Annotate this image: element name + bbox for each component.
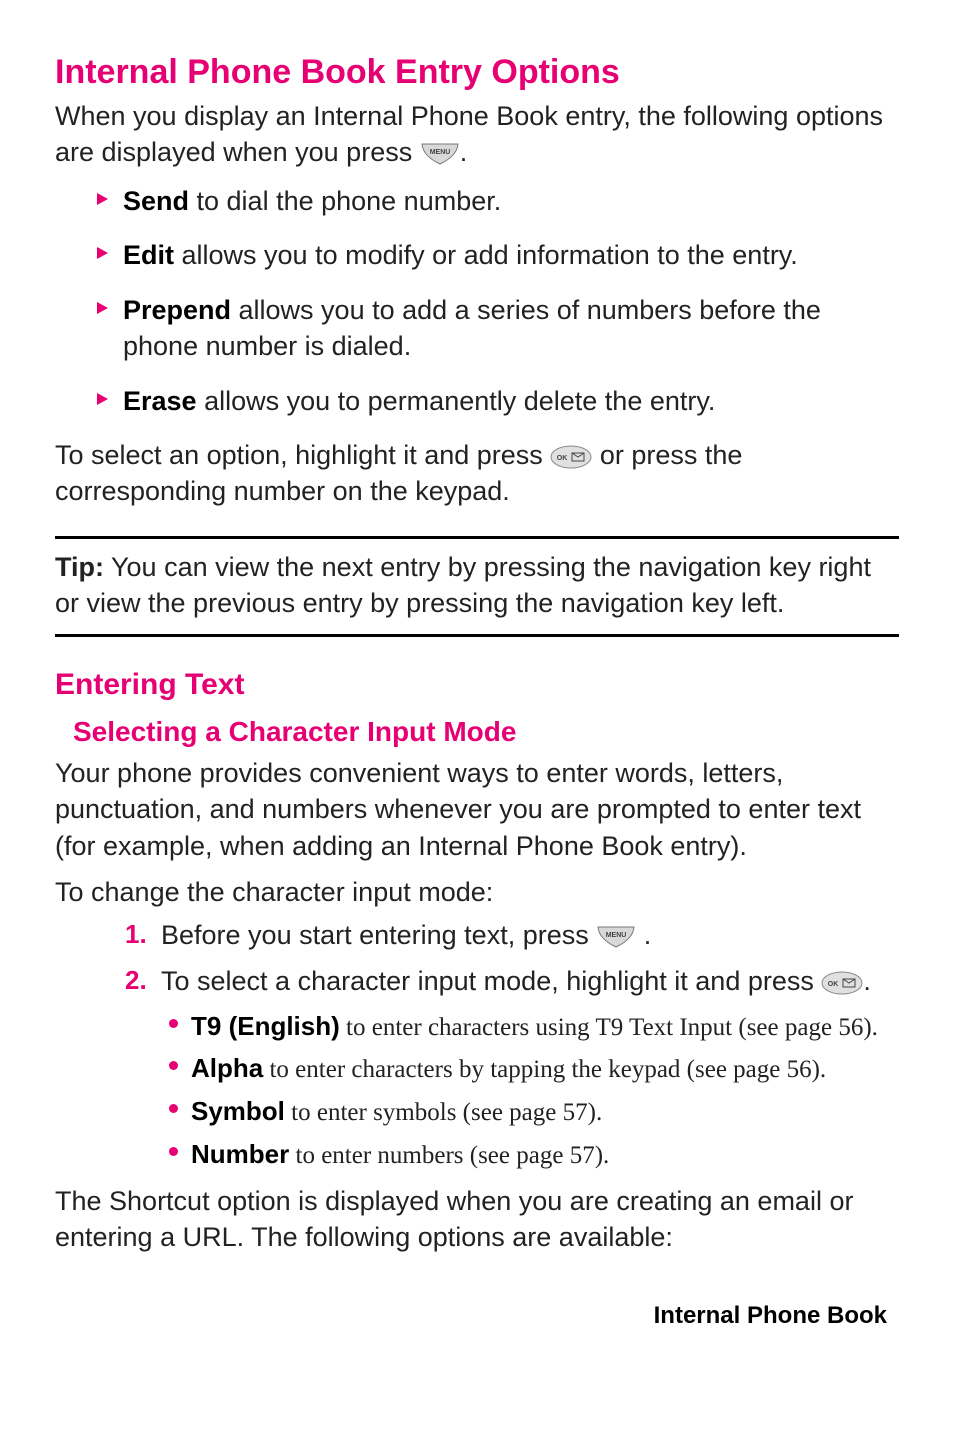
option-edit: Edit allows you to modify or add informa…	[123, 237, 899, 273]
mode-desc: to enter numbers (see page 57).	[289, 1142, 609, 1169]
mode-alpha: Alpha to enter characters by tapping the…	[191, 1050, 899, 1087]
mode-t9: T9 (English) to enter characters using T…	[191, 1008, 899, 1045]
step-text-b: .	[863, 966, 871, 996]
mode-list: T9 (English) to enter characters using T…	[161, 1008, 899, 1173]
entering-lead: To change the character input mode:	[55, 874, 899, 910]
svg-text:MENU: MENU	[606, 932, 627, 939]
steps-list: Before you start entering text, press ME…	[55, 917, 899, 1173]
heading-entering-text: Entering Text	[55, 665, 899, 706]
option-label: Prepend	[123, 295, 231, 325]
options-list: Send to dial the phone number. Edit allo…	[55, 183, 899, 419]
step-2: To select a character input mode, highli…	[161, 963, 899, 1172]
option-prepend: Prepend allows you to add a series of nu…	[123, 292, 899, 365]
mode-desc: to enter characters using T9 Text Input …	[340, 1014, 878, 1041]
svg-text:OK: OK	[557, 455, 568, 462]
mode-number: Number to enter numbers (see page 57).	[191, 1136, 899, 1173]
option-erase: Erase allows you to permanently delete t…	[123, 383, 899, 419]
entering-intro: Your phone provides convenient ways to e…	[55, 755, 899, 864]
shortcut-paragraph: The Shortcut option is displayed when yo…	[55, 1183, 899, 1256]
mode-symbol: Symbol to enter symbols (see page 57).	[191, 1093, 899, 1130]
tip-label: Tip:	[55, 552, 104, 582]
option-desc: to dial the phone number.	[189, 186, 501, 216]
ok-button-icon: OK	[821, 971, 863, 995]
mode-desc: to enter symbols (see page 57).	[285, 1099, 602, 1126]
mode-label: Alpha	[191, 1053, 263, 1083]
option-label: Edit	[123, 240, 174, 270]
svg-text:MENU: MENU	[429, 149, 450, 156]
footer-title: Internal Phone Book	[55, 1300, 899, 1332]
step-1: Before you start entering text, press ME…	[161, 917, 899, 953]
mode-label: Symbol	[191, 1096, 285, 1126]
option-label: Erase	[123, 386, 197, 416]
step-text-b: .	[636, 920, 651, 950]
menu-button-icon: MENU	[420, 142, 460, 166]
select-paragraph: To select an option, highlight it and pr…	[55, 437, 899, 510]
mode-label: Number	[191, 1139, 289, 1169]
intro-text-a: When you display an Internal Phone Book …	[55, 101, 883, 167]
option-desc: allows you to permanently delete the ent…	[197, 386, 716, 416]
option-desc: allows you to modify or add information …	[174, 240, 798, 270]
heading-select-mode: Selecting a Character Input Mode	[55, 713, 899, 751]
step-text-a: To select a character input mode, highli…	[161, 966, 821, 996]
tip-box: Tip: You can view the next entry by pres…	[55, 536, 899, 637]
tip-text: You can view the next entry by pressing …	[55, 552, 871, 618]
mode-label: T9 (English)	[191, 1011, 340, 1041]
mode-desc: to enter characters by tapping the keypa…	[263, 1056, 826, 1083]
ok-button-icon: OK	[550, 445, 592, 469]
intro-paragraph: When you display an Internal Phone Book …	[55, 98, 899, 171]
svg-text:OK: OK	[828, 981, 839, 988]
menu-button-icon: MENU	[596, 925, 636, 949]
select-text-a: To select an option, highlight it and pr…	[55, 440, 550, 470]
step-text-a: Before you start entering text, press	[161, 920, 596, 950]
intro-text-b: .	[460, 137, 468, 167]
heading-entry-options: Internal Phone Book Entry Options	[55, 50, 899, 96]
option-label: Send	[123, 186, 189, 216]
option-send: Send to dial the phone number.	[123, 183, 899, 219]
